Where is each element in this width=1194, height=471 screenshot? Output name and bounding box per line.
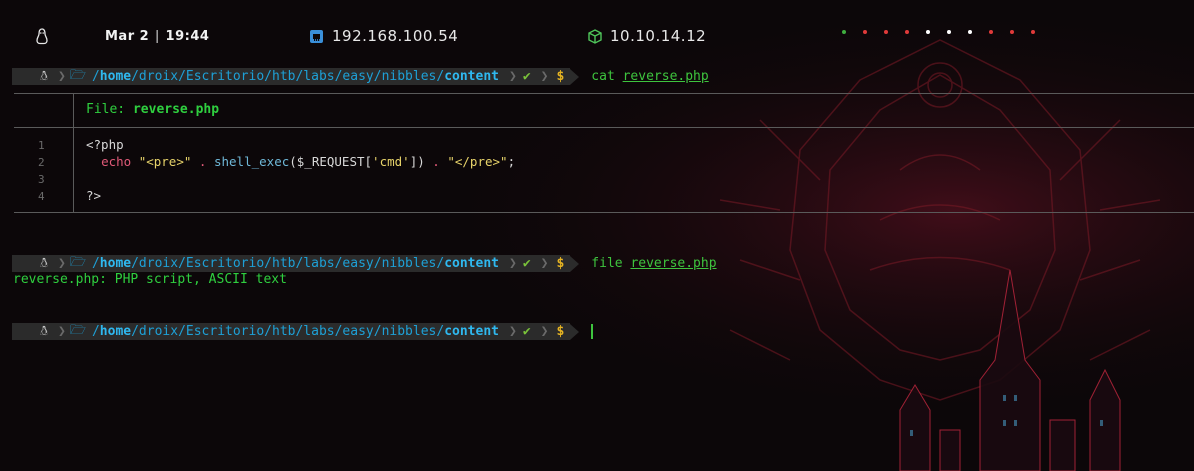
date-text: Mar 2 <box>105 28 150 44</box>
command-text: cat reverse.php <box>591 69 709 84</box>
prompt-path-segment: ❯ 🗁︎ /home/droix/Escritorio/htb/labs/eas… <box>54 322 571 340</box>
chevron-right-icon: ❯ <box>540 256 549 271</box>
check-icon: ✔ <box>522 324 531 339</box>
workspace-dot[interactable] <box>1010 30 1014 34</box>
workspace-dot[interactable] <box>884 30 888 34</box>
chevron-right-icon: ❯ <box>540 69 549 84</box>
dollar-icon: $ <box>556 69 565 84</box>
workspace-dot[interactable] <box>863 30 867 34</box>
workspace-dot[interactable] <box>905 30 909 34</box>
chevron-right-icon: ❯ <box>508 69 517 84</box>
prompt-path-segment: ❯ 🗁︎ /home/droix/Escritorio/htb/labs/eas… <box>54 255 571 272</box>
prompt-tail <box>570 323 580 340</box>
dollar-icon: $ <box>556 324 565 339</box>
code-line: echo "<pre>" . shell_exec($_REQUEST['cmd… <box>101 154 516 169</box>
time-text: 19:44 <box>165 28 210 44</box>
ethernet-icon <box>310 29 323 43</box>
line-number: 4 <box>38 190 45 203</box>
code-line: <?php <box>86 137 124 152</box>
chevron-right-icon: ❯ <box>58 69 66 84</box>
workspace-dot[interactable] <box>926 30 930 34</box>
prompt-os-segment: 🐧︎ <box>12 323 55 340</box>
workspace-dot[interactable] <box>989 30 993 34</box>
prompt-line-1: 🐧︎ ❯ 🗁︎ /home/droix/Escritorio/htb/labs/… <box>12 68 709 85</box>
divider <box>73 127 74 213</box>
check-icon: ✔ <box>522 256 531 271</box>
prompt-tail <box>570 255 580 272</box>
divider <box>14 212 1194 213</box>
prompt-path: /home/droix/Escritorio/htb/labs/easy/nib… <box>91 256 499 271</box>
top-bar: Mar 2 ǀ 19:44 192.168.100.54 10.10.14.12 <box>0 0 1194 70</box>
prompt-os-segment: 🐧︎ <box>12 68 55 85</box>
prompt-tail <box>570 68 580 85</box>
linux-tux-icon[interactable] <box>35 26 57 46</box>
folder-icon: 🗁︎ <box>69 67 86 83</box>
check-icon: ✔ <box>522 69 531 84</box>
vpn-cube-icon <box>588 28 602 44</box>
clock: Mar 2 ǀ 19:44 <box>105 26 209 46</box>
prompt-line-active[interactable]: 🐧︎ ❯ 🗁︎ /home/droix/Escritorio/htb/labs/… <box>12 322 594 340</box>
prompt-path-segment: ❯ 🗁︎ /home/droix/Escritorio/htb/labs/eas… <box>54 67 571 85</box>
chevron-right-icon: ❯ <box>58 256 66 271</box>
chevron-right-icon: ❯ <box>58 324 66 339</box>
prompt-path: /home/droix/Escritorio/htb/labs/easy/nib… <box>91 324 499 339</box>
workspace-dot[interactable] <box>968 30 972 34</box>
local-ip-indicator: 192.168.100.54 <box>309 26 458 46</box>
chevron-right-icon: ❯ <box>540 324 549 339</box>
clock-separator: ǀ <box>155 28 160 44</box>
tux-icon: 🐧︎ <box>40 68 49 84</box>
line-number: 1 <box>38 139 45 152</box>
prompt-os-segment: 🐧︎ <box>12 255 55 272</box>
dollar-icon: $ <box>556 256 565 271</box>
chevron-right-icon: ❯ <box>508 256 517 271</box>
prompt-line-2: 🐧︎ ❯ 🗁︎ /home/droix/Escritorio/htb/labs/… <box>12 255 717 272</box>
line-number: 3 <box>38 173 45 186</box>
terminal-cursor[interactable] <box>591 324 594 339</box>
bat-file-header: File: reverse.php <box>86 102 220 117</box>
chevron-right-icon: ❯ <box>508 324 517 339</box>
local-ip-text: 192.168.100.54 <box>332 27 459 45</box>
bat-output: File: reverse.php 1 2 3 4 <?php echo "<p… <box>14 93 1194 213</box>
prompt-path: /home/droix/Escritorio/htb/labs/easy/nib… <box>91 69 499 84</box>
command-text: file reverse.php <box>591 256 717 271</box>
folder-icon: 🗁︎ <box>69 322 86 338</box>
divider <box>14 93 1194 94</box>
workspace-indicators <box>842 30 1035 34</box>
divider <box>73 93 74 127</box>
line-number: 2 <box>38 156 45 169</box>
workspace-dot[interactable] <box>842 30 846 34</box>
tux-icon: 🐧︎ <box>40 323 49 339</box>
command-output: reverse.php: PHP script, ASCII text <box>13 272 287 287</box>
tux-icon: 🐧︎ <box>40 255 49 271</box>
code-line: ?> <box>86 188 102 203</box>
workspace-dot[interactable] <box>1031 30 1035 34</box>
workspace-dot[interactable] <box>947 30 951 34</box>
divider <box>14 127 1194 128</box>
vpn-ip-indicator: 10.10.14.12 <box>588 26 706 46</box>
vpn-ip-text: 10.10.14.12 <box>610 27 707 45</box>
